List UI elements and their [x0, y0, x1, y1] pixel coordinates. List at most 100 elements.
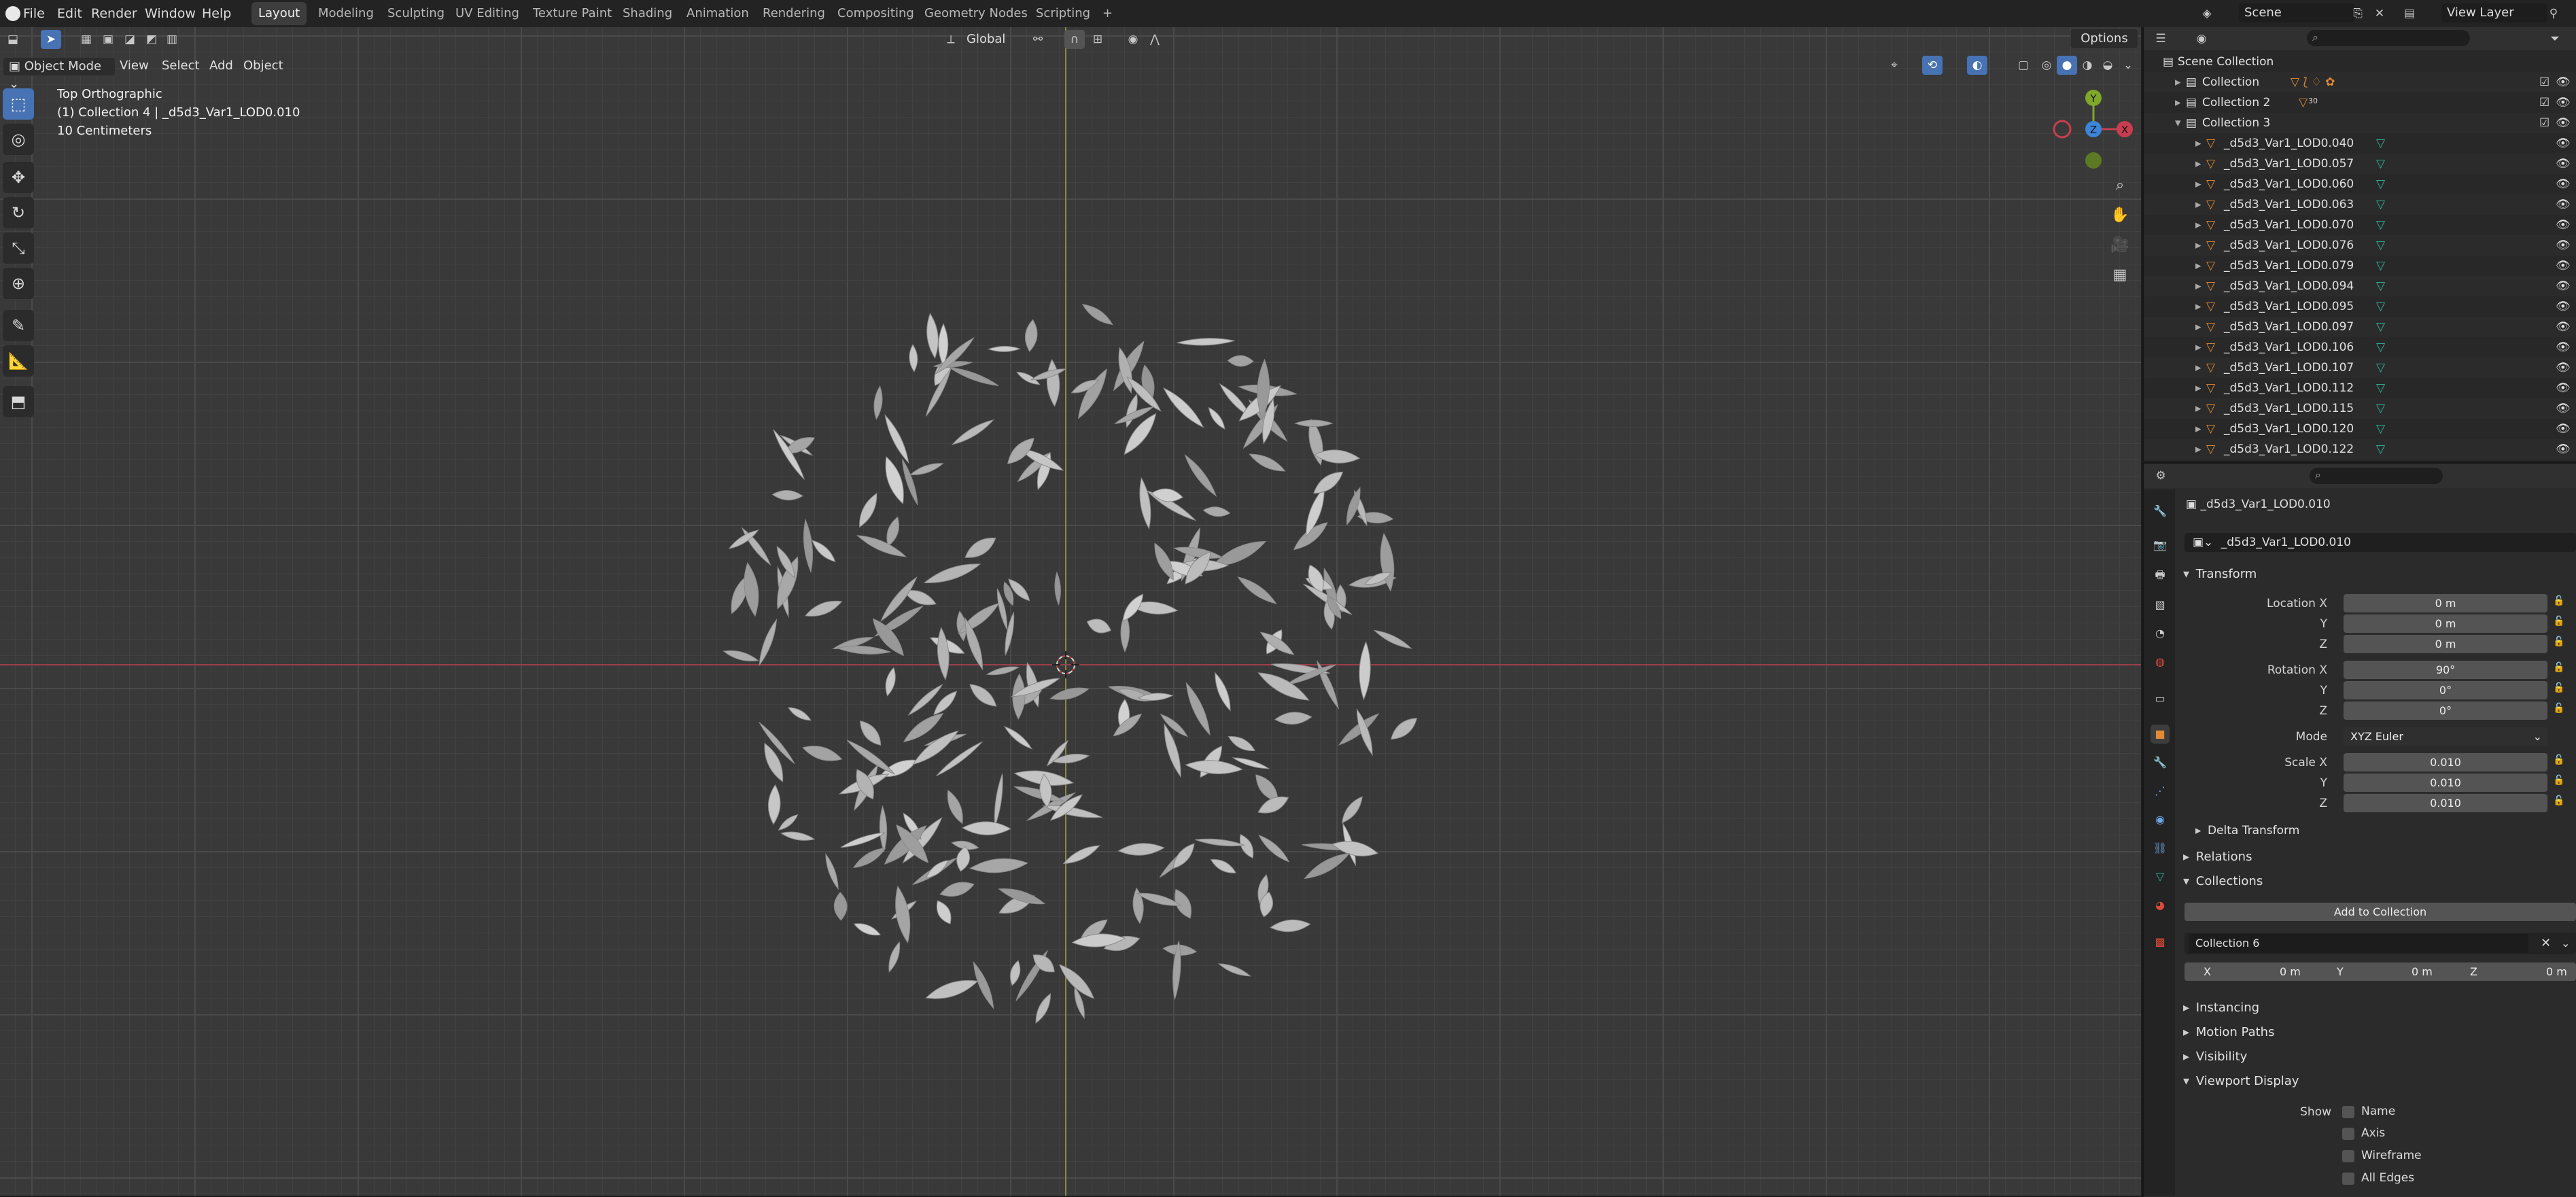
properties-search-input[interactable]: ⌕ [2310, 468, 2443, 484]
select-invert-icon[interactable]: ◩ [141, 30, 162, 49]
eye-icon[interactable]: 👁 [2556, 296, 2571, 317]
view-layer-selector[interactable]: View Layer [2441, 3, 2547, 22]
lock-rotation-y-icon[interactable]: 🔓 [2553, 682, 2564, 693]
tab-modeling[interactable]: Modeling [311, 2, 381, 25]
tab-layout[interactable]: Layout [251, 2, 307, 25]
selectability-icon[interactable]: ⌖ [1884, 56, 1904, 75]
outliner-object-row[interactable]: ▸ ▽ _d5d3_Var1_LOD0.095 ▽ 👁 [2144, 296, 2576, 317]
show-axis-checkbox[interactable] [2342, 1128, 2354, 1140]
zoom-icon[interactable]: ⌕ [2108, 174, 2131, 197]
tab-texture-paint[interactable]: Texture Paint [526, 2, 619, 25]
tab-uv-editing[interactable]: UV Editing [449, 2, 526, 25]
rotation-mode-dropdown[interactable]: XYZ Euler ⌄ [2344, 727, 2547, 746]
scale-z-field[interactable]: 0.010 [2344, 794, 2547, 812]
delta-transform-subpanel[interactable]: ▸ Delta Transform [2179, 821, 2576, 840]
mode-selector[interactable]: ▣ Object Mode ⌄ [3, 57, 116, 91]
select-box-tool-icon[interactable]: ⬚ [3, 88, 34, 120]
transform-panel-header[interactable]: ▾ Transform [2179, 563, 2576, 586]
rotation-z-field[interactable]: 0° [2344, 701, 2547, 720]
outliner-object-row[interactable]: ▸ ▽ _d5d3_Var1_LOD0.097 ▽ 👁 [2144, 317, 2576, 337]
eye-icon[interactable]: 👁 [2556, 72, 2571, 92]
motion-paths-panel-header[interactable]: ▸ Motion Paths [2179, 1021, 2576, 1044]
scale-tool-icon[interactable]: ⤡ [3, 232, 34, 264]
render-tab-icon[interactable]: 📷 [2151, 536, 2170, 555]
snap-icon[interactable]: ∩ [1064, 30, 1085, 49]
viewport-menu-add[interactable]: Add [205, 56, 237, 75]
world-tab-icon[interactable]: ◍ [2151, 653, 2170, 672]
instance-offset-row[interactable]: X 0 m Y 0 m Z 0 m [2185, 962, 2576, 981]
close-scene-icon[interactable]: ✕ [2369, 4, 2390, 23]
tab-rendering[interactable]: Rendering [756, 2, 832, 25]
outliner-object-row[interactable]: ▸ ▽ _d5d3_Var1_LOD0.115 ▽ 👁 [2144, 398, 2576, 419]
scale-y-field[interactable]: 0.010 [2344, 774, 2547, 792]
outliner-object-row[interactable]: ▸ ▽ _d5d3_Var1_LOD0.070 ▽ 👁 [2144, 215, 2576, 235]
object-tab-icon[interactable]: ■ [2151, 725, 2170, 744]
outliner-object-row[interactable]: ▸ ▽ _d5d3_Var1_LOD0.094 ▽ 👁 [2144, 276, 2576, 296]
collection-2-row[interactable]: ▸ ▤ Collection 2 ▽ 30 ☑ 👁 [2144, 92, 2576, 113]
outliner-object-row[interactable]: ▸ ▽ _d5d3_Var1_LOD0.079 ▽ 👁 [2144, 256, 2576, 276]
eye-icon[interactable]: 👁 [2556, 154, 2571, 174]
modifier-tab-icon[interactable]: 🔧 [2151, 753, 2170, 772]
location-z-field[interactable]: 0 m [2344, 635, 2547, 653]
outliner-object-row[interactable]: ▸ ▽ _d5d3_Var1_LOD0.107 ▽ 👁 [2144, 358, 2576, 378]
menu-file[interactable]: File [23, 0, 45, 27]
collection-3-row[interactable]: ▾ ▤ Collection 3 ☑ 👁 [2144, 113, 2576, 133]
texture-tab-icon[interactable]: ▩ [2151, 933, 2170, 952]
tool-tab-icon[interactable]: 🔧 [2151, 502, 2170, 521]
xray-icon[interactable]: ▢ [2013, 56, 2034, 75]
outliner-object-row[interactable]: ▸ ▽ _d5d3_Var1_LOD0.076 ▽ 👁 [2144, 235, 2576, 256]
tab-scripting[interactable]: Scripting [1029, 2, 1097, 25]
lock-location-z-icon[interactable]: 🔓 [2553, 636, 2564, 647]
show-name-checkbox[interactable] [2342, 1106, 2354, 1118]
add-to-collection-button[interactable]: Add to Collection [2185, 903, 2576, 921]
cursor-tool-icon[interactable]: ◎ [3, 124, 34, 155]
outliner-object-row[interactable]: ▸ ▽ _d5d3_Var1_LOD0.063 ▽ 👁 [2144, 194, 2576, 215]
eye-icon[interactable]: 👁 [2556, 174, 2571, 194]
measure-tool-icon[interactable]: 📐 [3, 345, 34, 377]
eye-icon[interactable]: 👁 [2556, 194, 2571, 215]
overlays-icon[interactable]: ◐ [1967, 56, 1987, 75]
relations-panel-header[interactable]: ▸ Relations [2179, 846, 2576, 869]
eye-icon[interactable]: 👁 [2556, 419, 2571, 439]
menu-window[interactable]: Window [145, 0, 196, 27]
select-subtract-icon[interactable]: ◪ [120, 30, 140, 49]
properties-editor-icon[interactable]: ⚙ [2151, 466, 2171, 485]
camera-view-icon[interactable]: 🎥 [2108, 234, 2131, 257]
eye-icon[interactable]: 👁 [2556, 337, 2571, 358]
outliner-object-row[interactable]: ▸ ▽ _d5d3_Var1_LOD0.120 ▽ 👁 [2144, 419, 2576, 439]
menu-help[interactable]: Help [202, 0, 231, 27]
eye-icon[interactable]: 👁 [2556, 358, 2571, 378]
copy-scene-icon[interactable]: ⎘ [2348, 4, 2368, 23]
collection-options-icon[interactable]: ⌄ [2561, 933, 2570, 954]
outliner-object-row[interactable]: ▸ ▽ _d5d3_Var1_LOD0.040 ▽ 👁 [2144, 133, 2576, 154]
outliner-object-row[interactable]: ▸ ▽ _d5d3_Var1_LOD0.106 ▽ 👁 [2144, 337, 2576, 358]
outliner-object-row[interactable]: ▸ ▽ _d5d3_Var1_LOD0.060 ▽ 👁 [2144, 174, 2576, 194]
lock-rotation-x-icon[interactable]: 🔓 [2553, 662, 2564, 673]
lock-scale-y-icon[interactable]: 🔓 [2553, 775, 2564, 786]
tab-compositing[interactable]: Compositing [831, 2, 921, 25]
annotate-tool-icon[interactable]: ✎ [3, 310, 34, 341]
eye-icon[interactable]: 👁 [2556, 398, 2571, 419]
outliner-search-input[interactable]: ⌕ [2307, 30, 2470, 46]
tab-geometry-nodes[interactable]: Geometry Nodes [918, 2, 1034, 25]
viewport-menu-object[interactable]: Object [239, 56, 288, 75]
select-intersect-icon[interactable]: ▥ [162, 30, 182, 49]
lock-scale-x-icon[interactable]: 🔓 [2553, 754, 2564, 765]
filter-icon[interactable]: ⚲ [2543, 4, 2564, 23]
rotation-x-field[interactable]: 90° [2344, 661, 2547, 679]
scene-selector[interactable]: Scene [2239, 3, 2354, 22]
output-tab-icon[interactable]: 🖶 [2151, 566, 2170, 585]
eye-icon[interactable]: 👁 [2556, 439, 2571, 459]
particles-tab-icon[interactable]: ⋰ [2151, 782, 2170, 801]
eye-icon[interactable]: 👁 [2556, 317, 2571, 337]
instancing-panel-header[interactable]: ▸ Instancing [2179, 996, 2576, 1020]
tab-animation[interactable]: Animation [680, 2, 756, 25]
eye-icon[interactable]: 👁 [2556, 235, 2571, 256]
scene-icon[interactable]: ◈ [2197, 4, 2217, 23]
add-cube-tool-icon[interactable]: ⬒ [3, 386, 34, 417]
blender-logo-icon[interactable] [5, 6, 20, 21]
material-tab-icon[interactable]: ◕ [2151, 896, 2170, 915]
rotation-y-field[interactable]: 0° [2344, 681, 2547, 699]
lock-location-x-icon[interactable]: 🔓 [2553, 595, 2564, 606]
scene-collection-row[interactable]: ▤ Scene Collection [2144, 52, 2576, 72]
